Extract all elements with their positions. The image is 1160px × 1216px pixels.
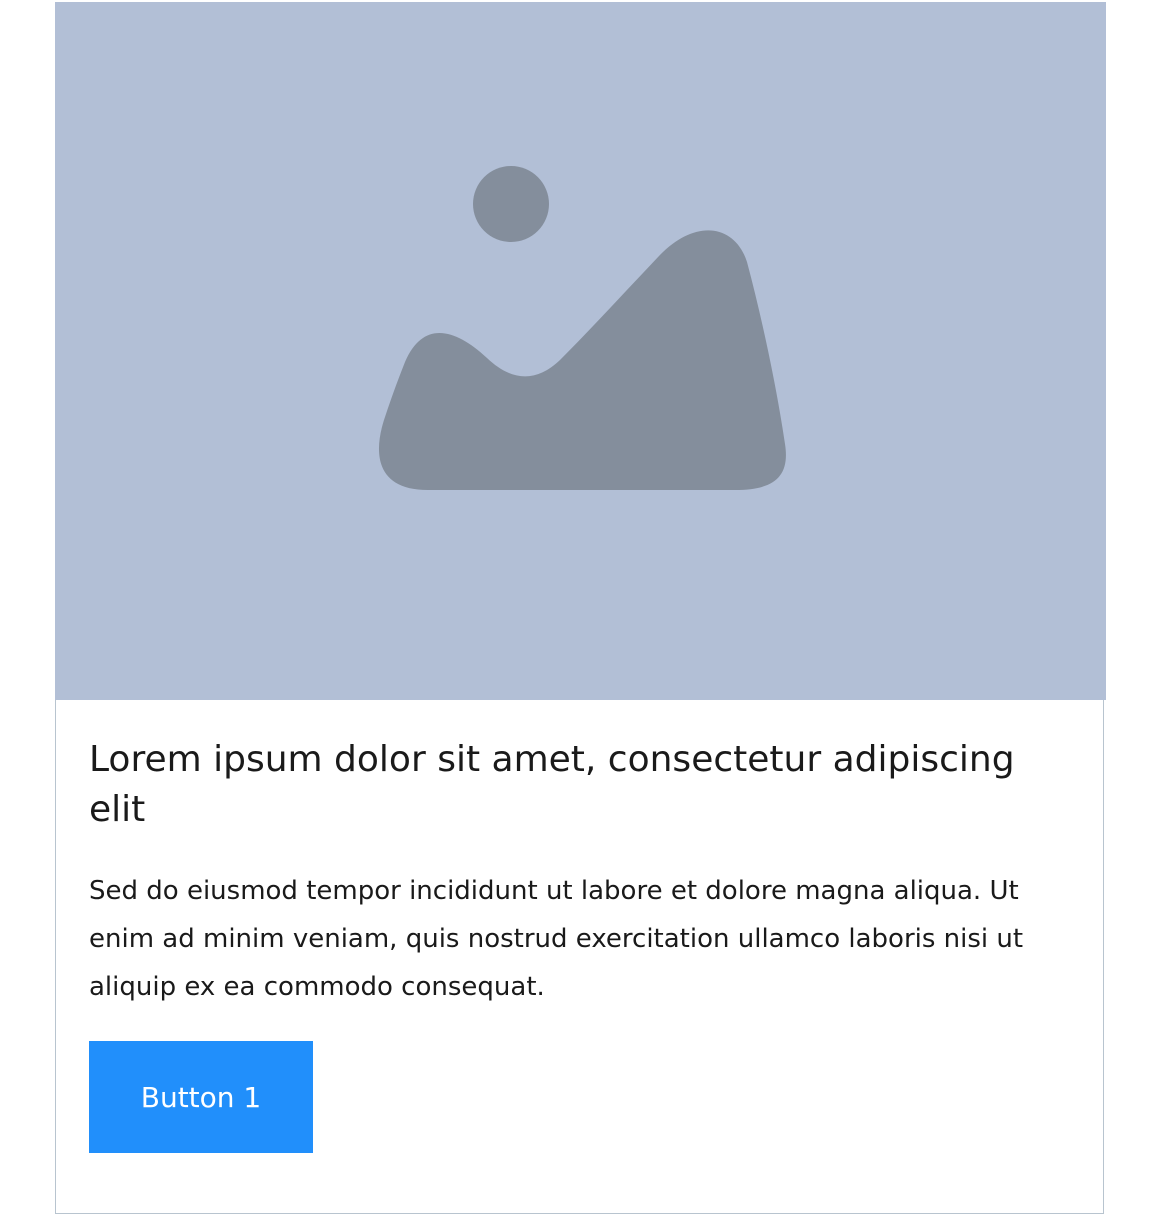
card-image-placeholder [55,2,1106,700]
card-title: Lorem ipsum dolor sit amet, consectetur … [89,739,1015,830]
button-1[interactable]: Button 1 [89,1041,313,1153]
card-description: Sed do eiusmod tempor incididunt ut labo… [89,876,1024,1002]
card: Lorem ipsum dolor sit amet, consectetur … [55,2,1106,1214]
image-placeholder-icon [378,166,786,490]
